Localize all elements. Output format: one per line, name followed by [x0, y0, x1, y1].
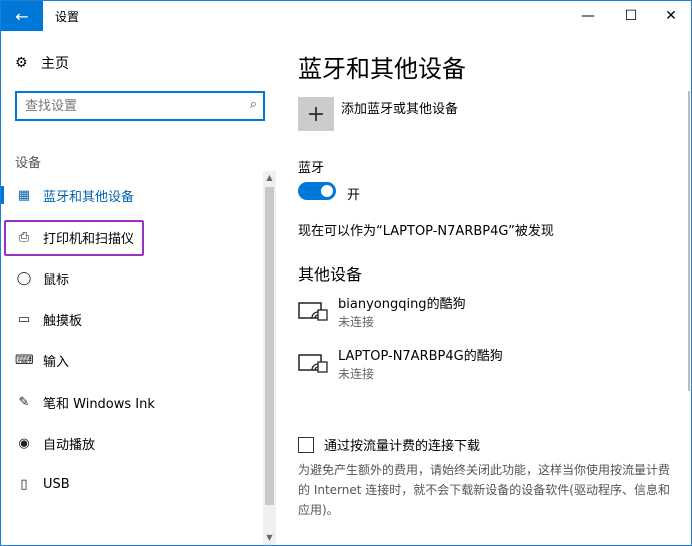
discoverable-text: 现在可以作为“LAPTOP-N7ARBP4G”被发现 [298, 224, 554, 239]
device-status: 未连接 [338, 315, 375, 329]
plus-icon: + [306, 101, 326, 127]
scrollbar-thumb[interactable] [265, 187, 274, 505]
sidebar-item-label: 笔和 Windows Ink [43, 396, 155, 412]
other-devices-title: 其他设备 [298, 265, 363, 284]
keyboard-icon: ⌨ [15, 352, 34, 368]
scroll-up-icon[interactable]: ▲ [263, 171, 276, 185]
sidebar-item-usb[interactable]: ▯ USB [1, 468, 261, 500]
bluetooth-devices-icon: ▦ [17, 187, 31, 203]
add-device-button[interactable]: + [298, 97, 334, 131]
wireless-display-icon [298, 354, 328, 373]
back-arrow-icon: ← [15, 6, 29, 26]
minimize-icon: — [581, 8, 595, 24]
home-link[interactable]: ⚙ 主页 [15, 53, 69, 73]
device-item[interactable]: LAPTOP-N7ARBP4G的酷狗 未连接 [298, 345, 658, 385]
autoplay-icon: ◉ [18, 435, 30, 451]
home-label: 主页 [41, 56, 69, 72]
device-status: 未连接 [338, 367, 375, 381]
sidebar-scrollbar[interactable]: ▲ ▼ [263, 171, 276, 545]
metered-download-option[interactable]: 通过按流量计费的连接下载 [298, 435, 480, 454]
maximize-button[interactable]: ☐ [611, 1, 651, 31]
main-content: 蓝牙和其他设备 + 添加蓝牙或其他设备 蓝牙 开 现在可以作为“LAPTOP-N… [281, 31, 691, 545]
sidebar-item-label: 触摸板 [43, 313, 83, 329]
window-title: 设置 [55, 10, 80, 24]
bluetooth-label: 蓝牙 [298, 161, 325, 176]
minimize-button[interactable]: — [568, 1, 608, 31]
toggle-knob [321, 185, 333, 197]
sidebar-item-mouse[interactable]: ◯ 鼠标 [1, 262, 261, 294]
sidebar-item-typing[interactable]: ⌨ 输入 [1, 344, 261, 376]
back-button[interactable]: ← [1, 1, 43, 31]
sidebar-item-label: 自动播放 [43, 437, 96, 453]
gear-icon: ⚙ [15, 55, 28, 71]
touchpad-icon: ▭ [17, 311, 31, 327]
device-name: bianyongqing的酷狗 [338, 297, 466, 312]
search-icon[interactable]: ⌕ [250, 97, 257, 112]
active-indicator [1, 186, 4, 204]
title-bar: ← 设置 — ☐ ✕ [1, 1, 691, 31]
page-title: 蓝牙和其他设备 [298, 55, 466, 83]
bluetooth-toggle[interactable] [298, 182, 336, 200]
sidebar-item-autoplay[interactable]: ◉ 自动播放 [1, 427, 261, 459]
sidebar-item-touchpad[interactable]: ▭ 触摸板 [1, 303, 261, 335]
maximize-icon: ☐ [624, 8, 638, 24]
device-item[interactable]: bianyongqing的酷狗 未连接 [298, 293, 658, 333]
section-label-devices: 设备 [15, 156, 42, 171]
device-name: LAPTOP-N7ARBP4G的酷狗 [338, 349, 503, 364]
search-input[interactable] [17, 93, 243, 119]
sidebar-item-pen[interactable]: ✎ 笔和 Windows Ink [1, 386, 261, 418]
pen-icon: ✎ [18, 394, 30, 410]
settings-window: ← 设置 — ☐ ✕ ⚙ 主页 ⌕ 设备 ▦ 蓝牙和其他设备 ⎙ 打印机和扫描仪… [0, 0, 692, 546]
search-box: ⌕ [15, 91, 265, 121]
sidebar-item-label: 输入 [43, 354, 70, 370]
sidebar-item-label: 蓝牙和其他设备 [43, 189, 135, 205]
toggle-state-label: 开 [347, 188, 361, 203]
mouse-icon: ◯ [16, 270, 32, 286]
metered-checkbox[interactable] [298, 436, 314, 453]
wireless-display-icon [298, 302, 328, 321]
metered-description: 为避免产生额外的费用，请始终关闭此功能，这样当你使用按流量计费的 Interne… [298, 463, 671, 517]
close-button[interactable]: ✕ [651, 1, 691, 31]
sidebar-item-bluetooth[interactable]: ▦ 蓝牙和其他设备 [1, 179, 261, 211]
sidebar-item-label: 鼠标 [43, 272, 70, 288]
sidebar-item-label: USB [43, 476, 70, 492]
sidebar: ⚙ 主页 ⌕ 设备 ▦ 蓝牙和其他设备 ⎙ 打印机和扫描仪 ◯ 鼠标 ▭ 触摸板… [1, 31, 281, 545]
close-icon: ✕ [665, 8, 677, 24]
add-device-label[interactable]: 添加蓝牙或其他设备 [341, 98, 458, 117]
main-scrollbar[interactable] [688, 91, 690, 391]
selection-highlight [4, 220, 144, 256]
usb-icon: ▯ [20, 476, 28, 492]
scroll-down-icon[interactable]: ▼ [263, 531, 276, 545]
metered-label: 通过按流量计费的连接下载 [324, 439, 481, 454]
